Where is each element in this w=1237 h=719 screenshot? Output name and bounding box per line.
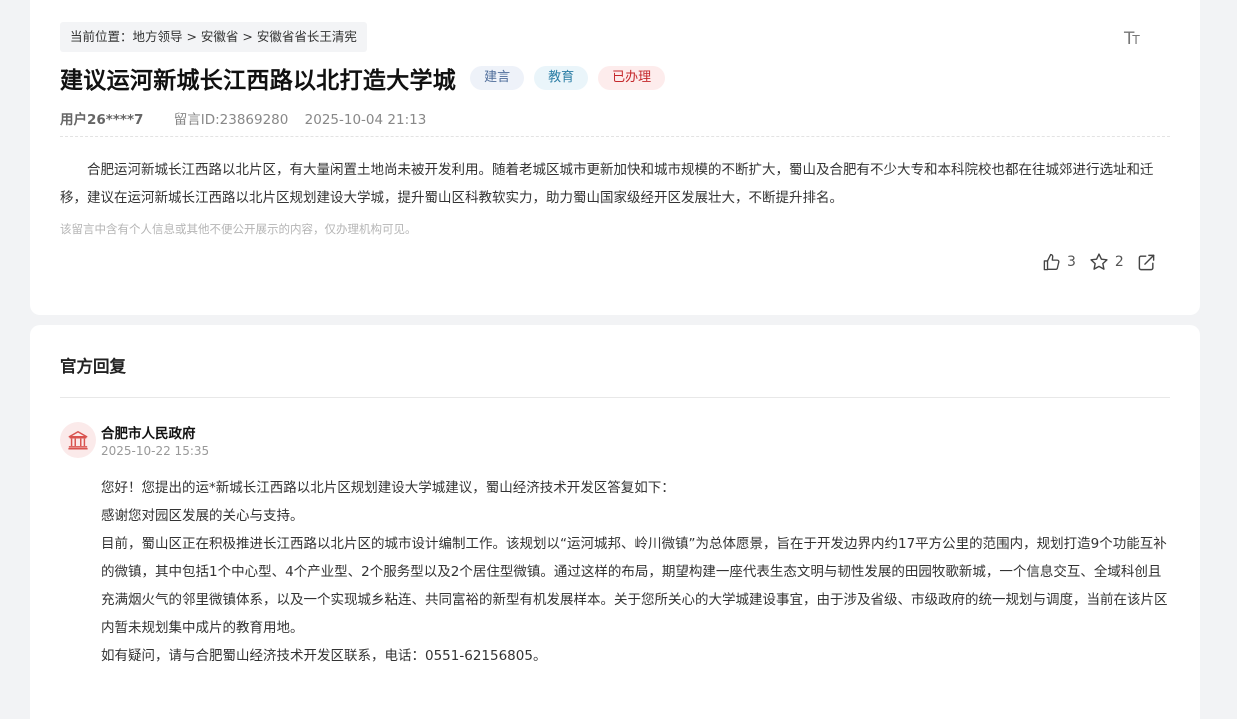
like-button[interactable]: 3: [1042, 253, 1076, 272]
reply-body: 您好！您提出的运*新城长江西路以北片区规划建设大学城建议，蜀山经济技术开发区答复…: [101, 474, 1173, 670]
breadcrumb: 当前位置：地方领导 > 安徽省 > 安徽省省长王清宪: [60, 22, 367, 52]
share-icon: [1138, 254, 1155, 270]
message-meta: 用户26****7 留言ID:23869280 2025-10-04 21:13: [60, 108, 426, 128]
government-building-icon: [68, 431, 88, 450]
divider: [60, 136, 1170, 137]
message-card: 当前位置：地方领导 > 安徽省 > 安徽省省长王清宪 TT 建议运河新城长江西路…: [30, 0, 1200, 315]
tag-education[interactable]: 教育: [534, 66, 589, 90]
font-size-icon[interactable]: TT: [1124, 28, 1146, 50]
reply-datetime: 2025-10-22 15:35: [101, 444, 210, 458]
reply-paragraph: 感谢您对园区发展的关心与支持。: [101, 508, 304, 524]
divider: [60, 397, 1170, 398]
message-content: 合肥运河新城长江西路以北片区，有大量闲置土地尚未被开发利用。随着老城区城市更新加…: [60, 162, 1154, 206]
tag-suggestion[interactable]: 建言: [470, 66, 525, 90]
favorite-count: 2: [1114, 254, 1124, 270]
avatar: [60, 422, 96, 458]
reply-paragraph: 如有疑问，请与合肥蜀山经济技术开发区联系，电话：0551-62156805。: [101, 648, 547, 664]
message-id: 留言ID:23869280: [173, 112, 289, 128]
user-name: 用户26****7: [60, 112, 144, 128]
message-datetime: 2025-10-04 21:13: [304, 112, 427, 128]
reply-paragraph: 您好！您提出的运*新城长江西路以北片区规划建设大学城建议，蜀山经济技术开发区答复…: [101, 480, 675, 496]
page-title: 建议运河新城长江西路以北打造大学城: [60, 68, 457, 94]
action-bar: 3 2: [1042, 252, 1156, 272]
reply-section-title: 官方回复: [60, 357, 126, 376]
status-badge: 已办理: [598, 66, 666, 90]
official-reply-card: 官方回复 合肥市人民政府 2025-10-22 15:35 您好！您提出的运*新…: [30, 325, 1200, 719]
star-icon: [1090, 253, 1108, 270]
share-button[interactable]: [1137, 253, 1156, 272]
privacy-notice: 该留言中含有个人信息或其他不便公开展示的内容，仅办理机构可见。: [60, 222, 417, 236]
reply-paragraph: 目前，蜀山区正在积极推进长江西路以北片区的城市设计编制工作。该规划以“运河城邦、…: [101, 536, 1168, 636]
thumbs-up-icon: [1043, 253, 1060, 270]
title-row: 建议运河新城长江西路以北打造大学城 建言 教育 已办理: [60, 62, 666, 94]
org-name: 合肥市人民政府: [101, 426, 196, 442]
favorite-button[interactable]: 2: [1089, 252, 1124, 272]
like-count: 3: [1067, 254, 1076, 270]
